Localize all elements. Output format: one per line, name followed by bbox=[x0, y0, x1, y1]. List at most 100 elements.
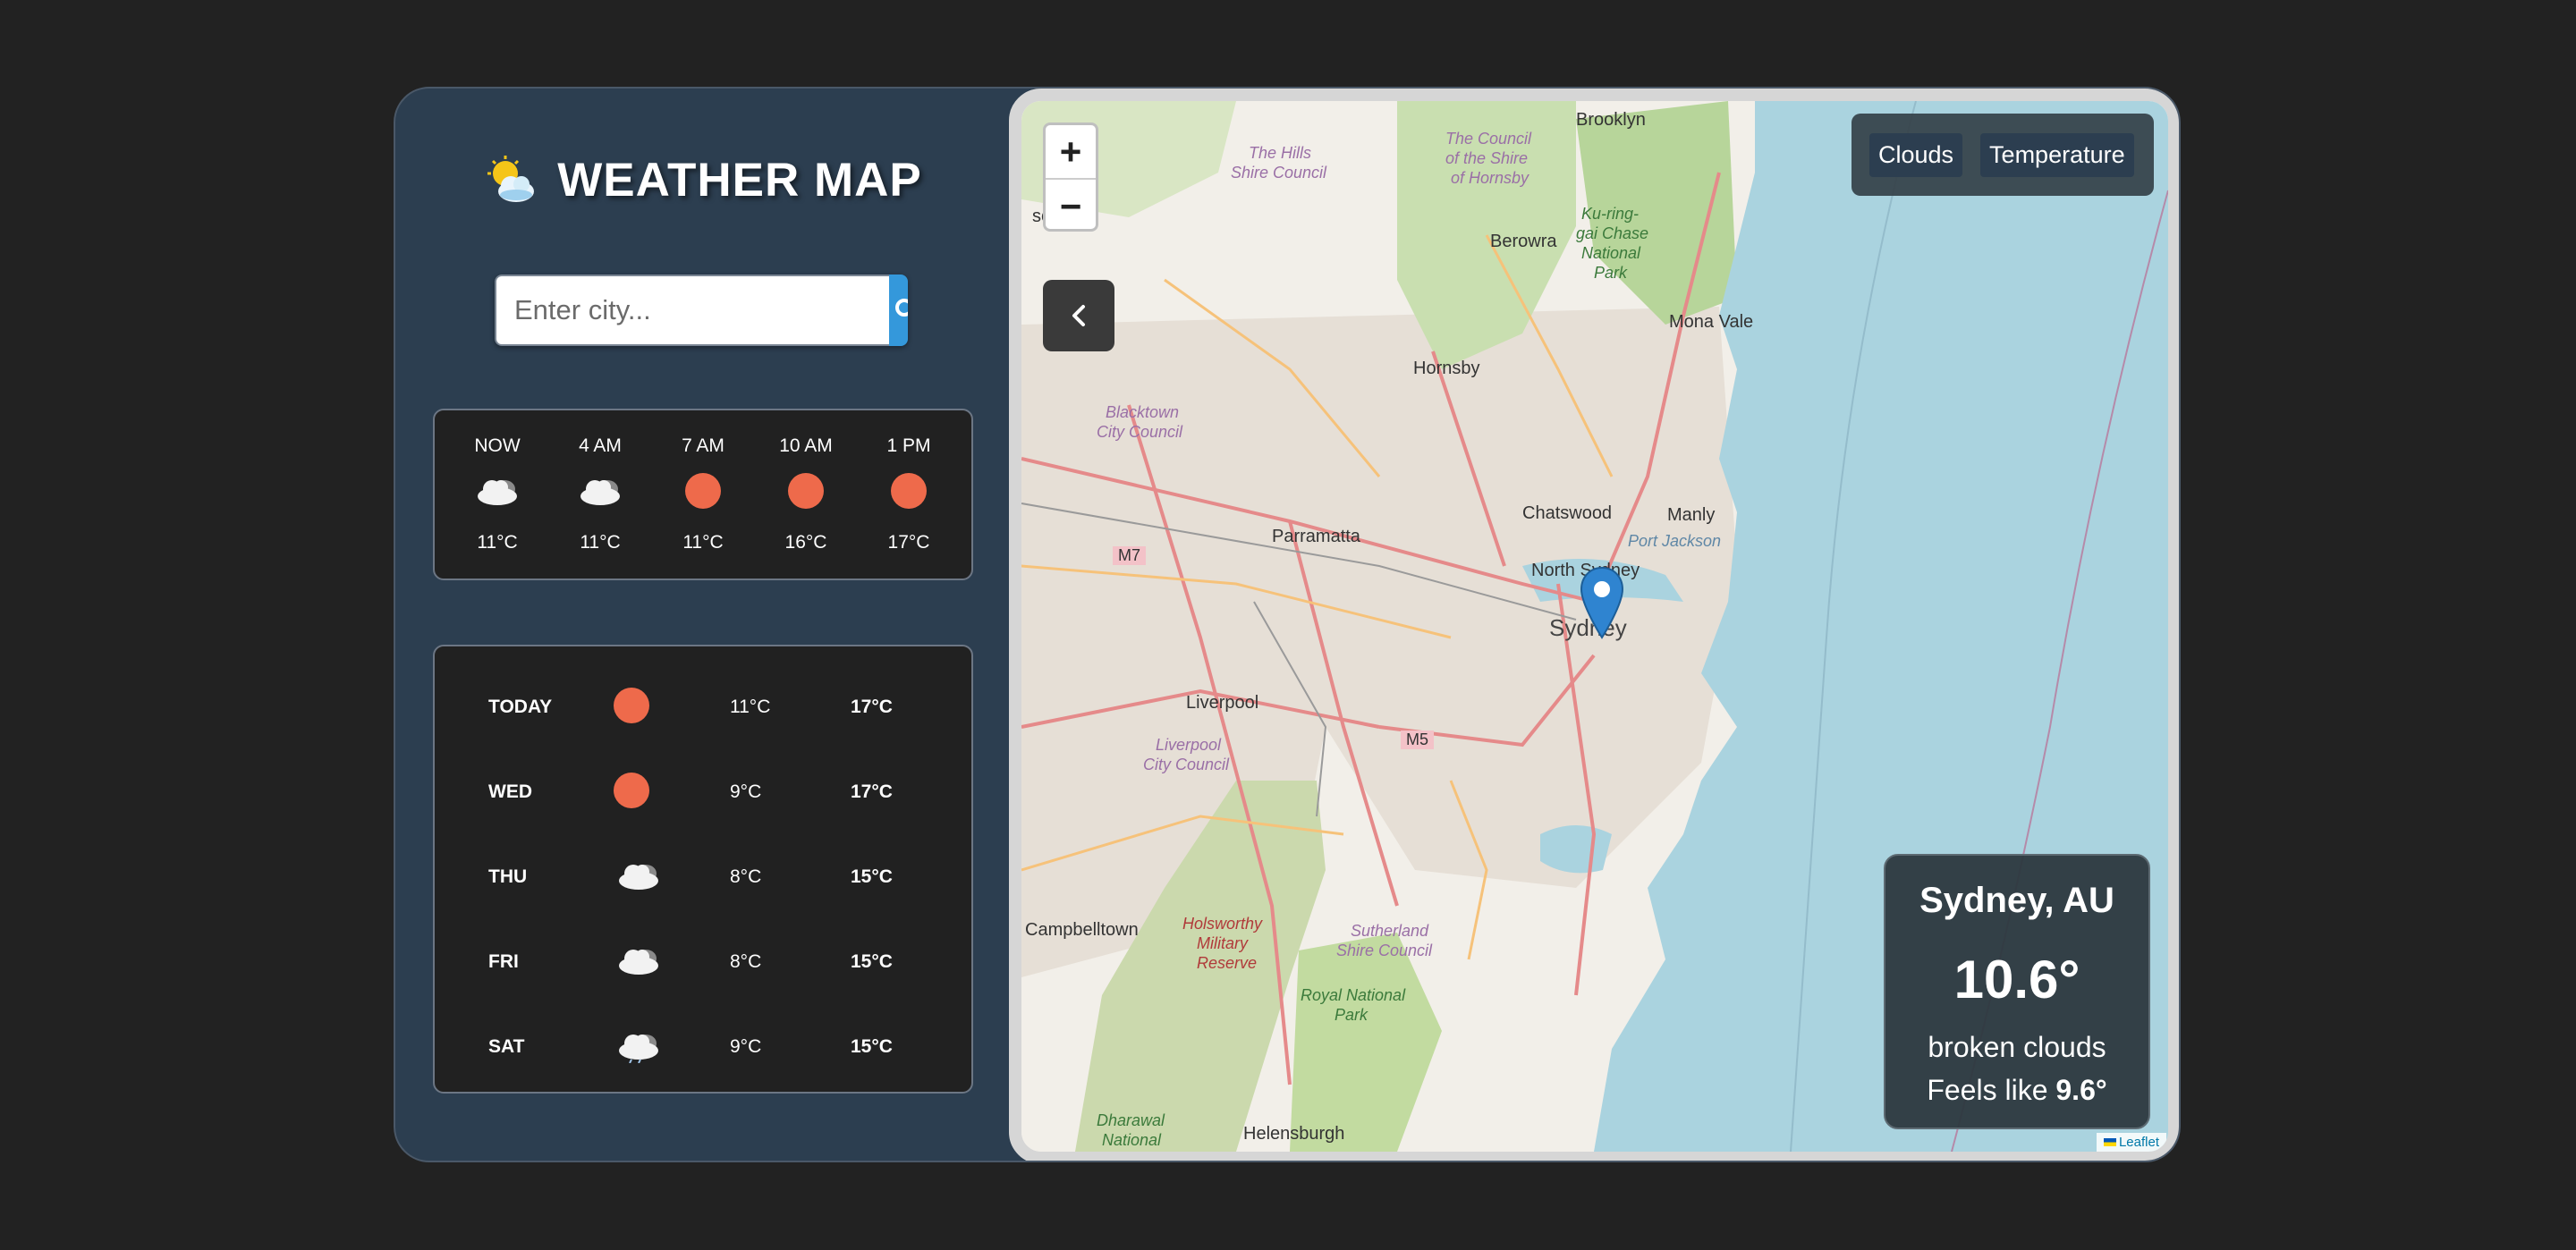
cloud-icon bbox=[575, 480, 625, 512]
hour-temperature: 11°C bbox=[477, 532, 518, 553]
map-label: Reserve bbox=[1197, 954, 1258, 972]
current-weather-card: Sydney, AU 10.6° broken clouds Feels lik… bbox=[1884, 854, 2150, 1129]
app-container: WEATHER MAP NOW 11°C 4 AM 11°C 7 AM 11°C 10 AM… bbox=[394, 87, 2181, 1162]
day-name: SAT bbox=[488, 1036, 525, 1057]
map-label: Campbelltown bbox=[1025, 920, 1139, 940]
day-min-temp: 8°C bbox=[730, 951, 762, 972]
hourly-item: 7 AM 11°C bbox=[658, 410, 748, 579]
hour-icon-wrap bbox=[788, 473, 824, 513]
hour-temperature: 11°C bbox=[580, 532, 621, 553]
hourly-item: 4 AM 11°C bbox=[555, 410, 645, 579]
temperature-layer-button[interactable]: Temperature bbox=[1980, 132, 2134, 177]
map-label: Sutherland bbox=[1351, 922, 1429, 940]
page-title: WEATHER MAP bbox=[557, 153, 922, 207]
map-label: Holsworthy bbox=[1182, 915, 1263, 933]
zoom-out-button[interactable]: − bbox=[1046, 180, 1096, 229]
sidebar: WEATHER MAP NOW 11°C 4 AM 11°C 7 AM 11°C 10 AM… bbox=[395, 89, 1013, 1161]
flag-icon bbox=[2103, 1138, 2116, 1146]
map-label: Parramatta bbox=[1272, 527, 1360, 546]
location-marker-icon[interactable] bbox=[1580, 566, 1624, 641]
attribution-link[interactable]: Leaflet bbox=[2119, 1135, 2159, 1150]
map-label: The Council bbox=[1445, 130, 1532, 148]
hour-temperature: 11°C bbox=[682, 532, 724, 553]
search-bar bbox=[495, 274, 908, 346]
hour-icon-wrap bbox=[472, 473, 522, 513]
map-label: gai Chase bbox=[1576, 224, 1649, 242]
hourly-forecast: NOW 11°C 4 AM 11°C 7 AM 11°C 10 AM 16°C 1 PM 17°C bbox=[433, 409, 973, 580]
rain-cloud-icon bbox=[614, 1035, 664, 1068]
hour-label: 4 AM bbox=[579, 435, 622, 456]
layer-toggle-panel: Clouds Temperature bbox=[1852, 114, 2154, 196]
clouds-layer-button[interactable]: Clouds bbox=[1869, 132, 1963, 177]
daily-row: TODAY 11°C 17°C bbox=[435, 680, 971, 734]
zoom-control: + − bbox=[1043, 122, 1098, 232]
day-min-temp: 9°C bbox=[730, 781, 762, 802]
current-temperature: 10.6° bbox=[1953, 950, 2080, 1009]
map-attribution[interactable]: Leaflet bbox=[2096, 1133, 2166, 1152]
day-min-temp: 11°C bbox=[730, 697, 771, 717]
collapse-sidebar-button[interactable] bbox=[1043, 280, 1114, 351]
map-label: Helensburgh bbox=[1243, 1124, 1345, 1144]
map-label: M5 bbox=[1401, 731, 1435, 749]
cloud-icon bbox=[472, 480, 522, 512]
search-button[interactable] bbox=[889, 274, 908, 346]
day-max-temp: 17°C bbox=[851, 781, 893, 802]
hour-label: 1 PM bbox=[886, 435, 931, 456]
map-label: Shire Council bbox=[1336, 942, 1433, 959]
map-label: of Hornsby bbox=[1451, 169, 1530, 187]
map-label: Port Jackson bbox=[1628, 532, 1722, 550]
sun-icon bbox=[685, 473, 721, 509]
map-label: Liverpool bbox=[1186, 693, 1259, 713]
day-max-temp: 15°C bbox=[851, 951, 893, 972]
search-input[interactable] bbox=[495, 274, 889, 346]
feels-like: Feels like 9.6° bbox=[1885, 1074, 2148, 1107]
chevron-left-icon bbox=[1072, 305, 1085, 326]
day-icon-wrap bbox=[614, 1027, 664, 1068]
daily-row: THU 8°C 15°C bbox=[435, 850, 971, 904]
hour-temperature: 17°C bbox=[887, 532, 930, 553]
map-label: Military bbox=[1197, 934, 1248, 952]
map-label: Manly bbox=[1667, 505, 1716, 525]
hour-icon-wrap bbox=[575, 473, 625, 513]
hourly-item: 1 PM 17°C bbox=[864, 410, 953, 579]
sun-icon bbox=[788, 473, 824, 509]
day-name: WED bbox=[488, 781, 532, 802]
daily-row: FRI 8°C 15°C bbox=[435, 935, 971, 989]
map-label: City Council bbox=[1097, 423, 1183, 441]
hour-label: NOW bbox=[474, 435, 521, 456]
daily-row: SAT 9°C 15°C bbox=[435, 1020, 971, 1074]
sun-icon bbox=[614, 688, 649, 723]
map-label: City Council bbox=[1143, 756, 1230, 773]
map-label: Chatswood bbox=[1522, 503, 1613, 523]
day-icon-wrap bbox=[614, 773, 649, 814]
hour-label: 7 AM bbox=[682, 435, 724, 456]
day-icon-wrap bbox=[614, 688, 649, 729]
map-label: Shire Council bbox=[1231, 164, 1327, 182]
city-name: Sydney, AU bbox=[1919, 881, 2114, 920]
day-name: FRI bbox=[488, 951, 519, 972]
sun-icon bbox=[614, 773, 649, 808]
weather-map[interactable]: Brooklyn The Hills Shire Council The Cou… bbox=[1009, 89, 2179, 1161]
map-label: Park bbox=[1594, 264, 1628, 282]
map-label: The Hills bbox=[1249, 144, 1312, 162]
weather-description: broken clouds bbox=[1928, 1031, 2106, 1063]
map-label: Dharawal bbox=[1097, 1111, 1165, 1129]
hourly-item: 10 AM 16°C bbox=[761, 410, 851, 579]
map-label: National bbox=[1581, 244, 1641, 262]
sun-icon bbox=[891, 473, 927, 509]
map-label: Blacktown bbox=[1106, 403, 1180, 421]
hour-icon-wrap bbox=[685, 473, 721, 513]
zoom-in-button[interactable]: + bbox=[1046, 125, 1096, 180]
day-icon-wrap bbox=[614, 942, 664, 984]
daily-row: WED 9°C 17°C bbox=[435, 765, 971, 819]
map-label: M7 bbox=[1113, 546, 1147, 565]
search-icon bbox=[895, 299, 908, 317]
hour-label: 10 AM bbox=[779, 435, 833, 456]
map-label: Ku-ring- bbox=[1581, 205, 1640, 223]
map-label: Liverpool bbox=[1156, 736, 1222, 754]
map-label: Royal National bbox=[1301, 986, 1406, 1004]
map-label: Brooklyn bbox=[1576, 110, 1646, 130]
map-label: National bbox=[1102, 1131, 1162, 1149]
app-header: WEATHER MAP bbox=[395, 153, 1013, 207]
hour-icon-wrap bbox=[891, 473, 927, 513]
